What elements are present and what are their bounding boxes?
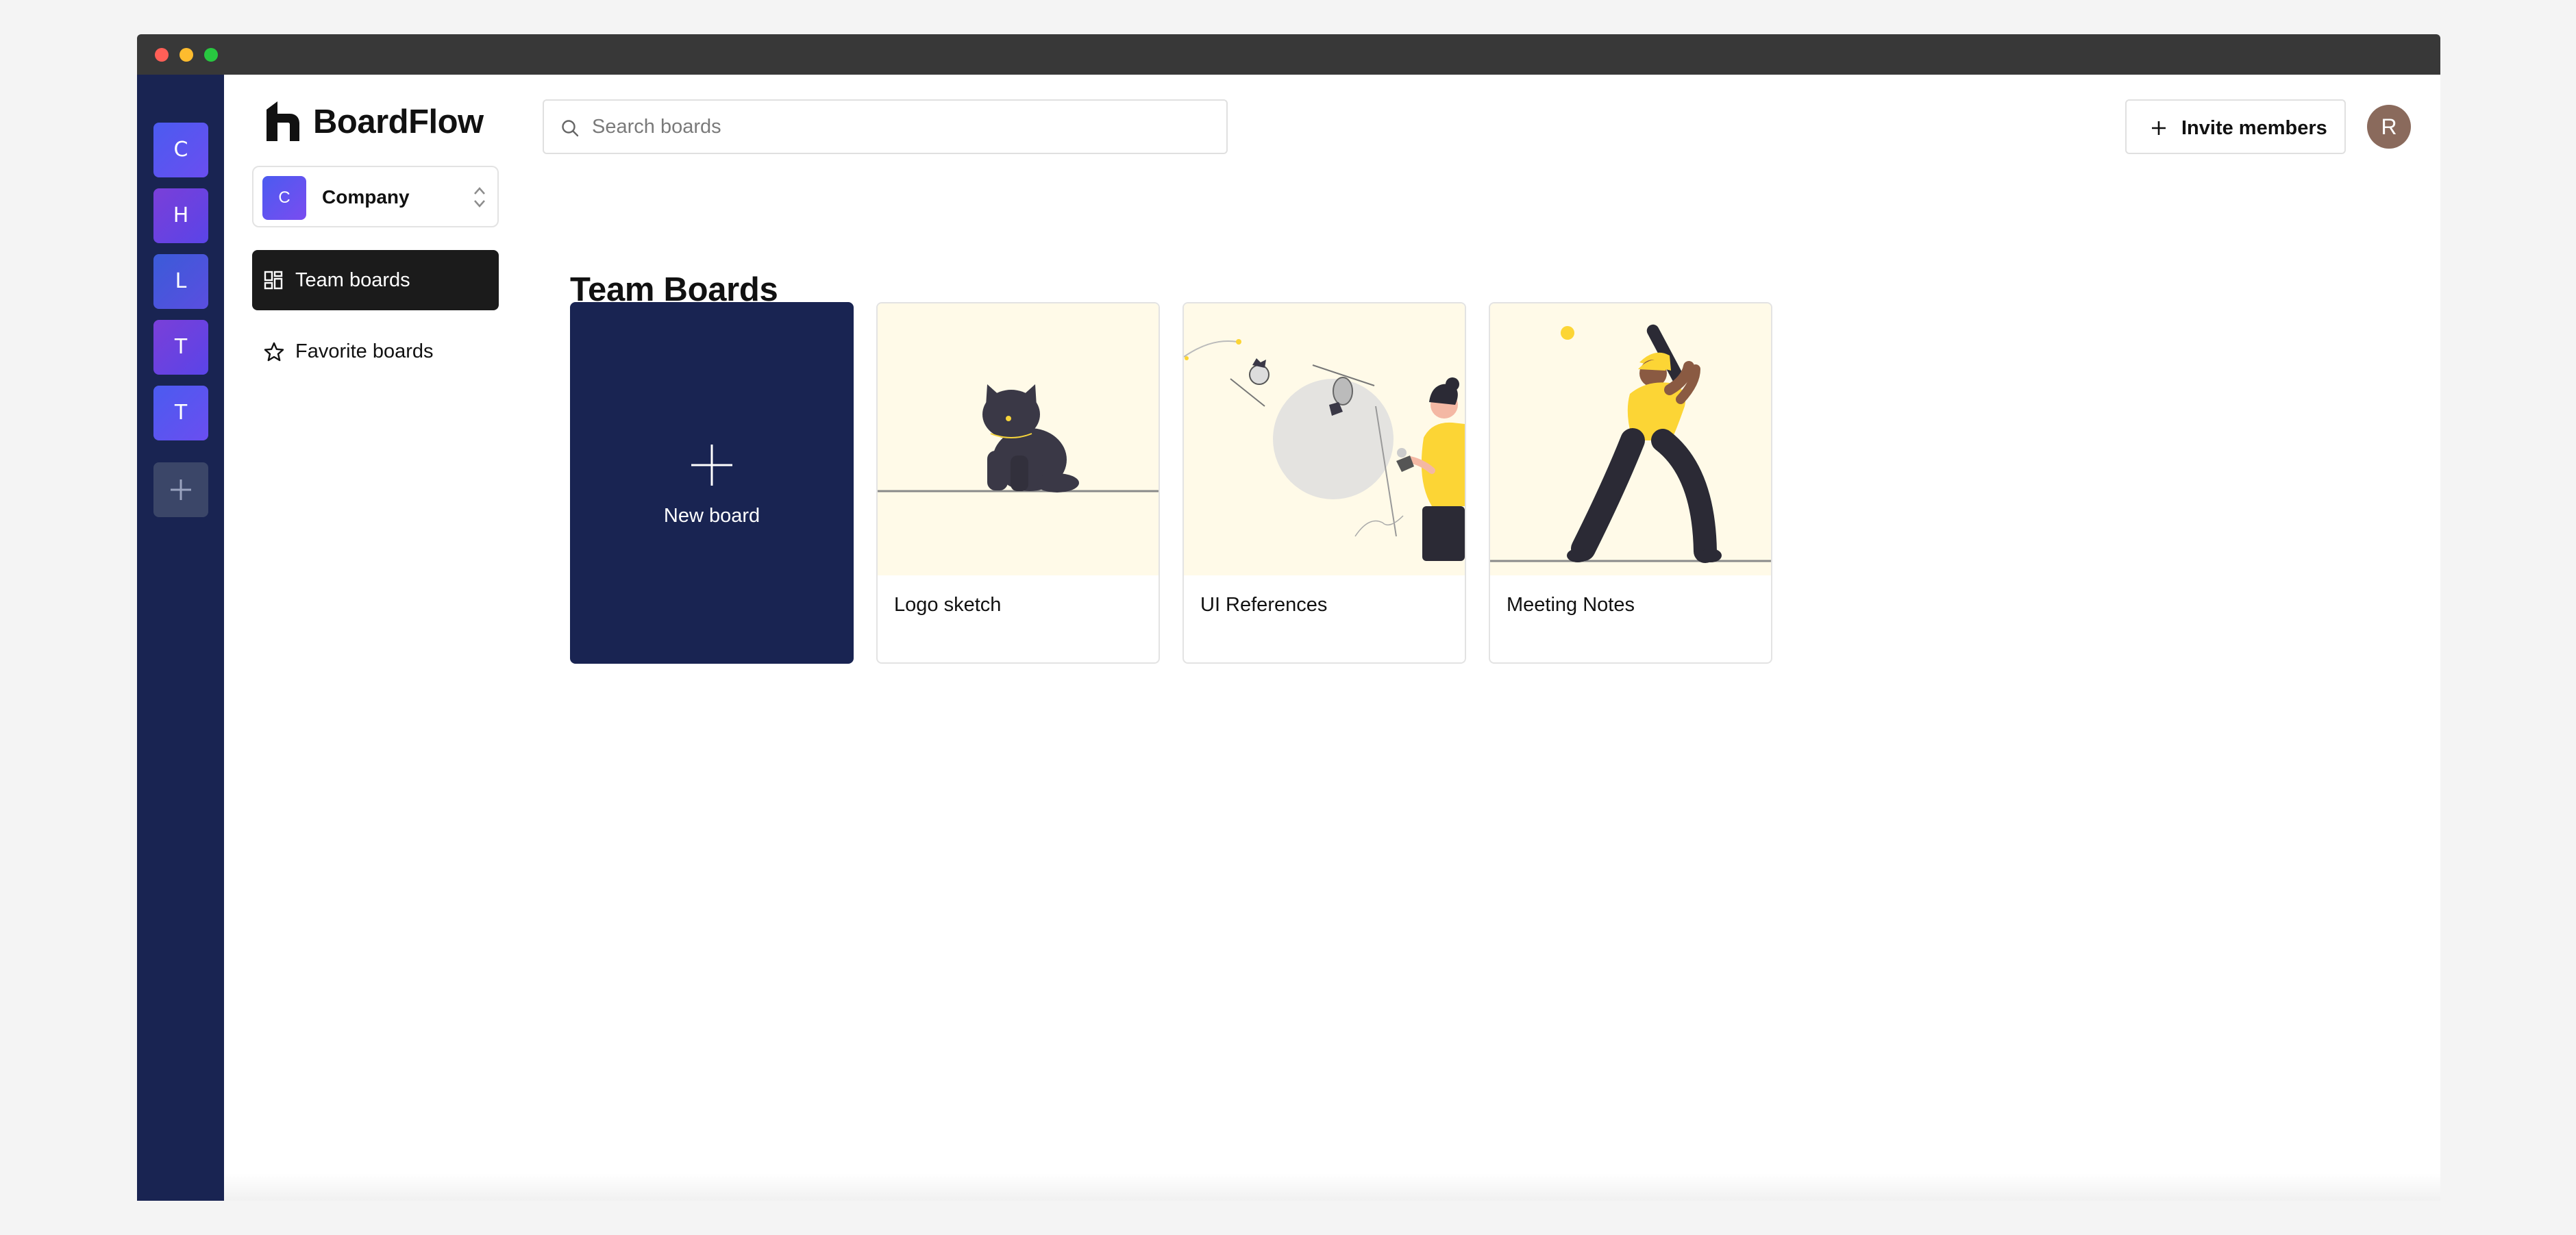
cat-illustration bbox=[878, 384, 1159, 492]
org-rail: C H L T T bbox=[137, 75, 224, 1201]
team-switcher[interactable]: C Company bbox=[252, 166, 499, 227]
sidebar-item-favorite-boards[interactable]: Favorite boards bbox=[252, 321, 499, 382]
search-icon bbox=[562, 120, 579, 137]
grid-icon bbox=[264, 271, 283, 290]
invite-members-label: Invite members bbox=[2181, 117, 2327, 139]
star-icon bbox=[264, 342, 284, 362]
plus-icon bbox=[2152, 121, 2166, 135]
sidebar-item-label: Favorite boards bbox=[295, 340, 434, 362]
board-thumbnail bbox=[1490, 303, 1771, 575]
add-org-button[interactable] bbox=[153, 462, 208, 517]
team-avatar: C bbox=[262, 176, 306, 220]
search-input[interactable] bbox=[592, 101, 1209, 153]
boardflow-logo-icon bbox=[267, 101, 299, 141]
plus-icon bbox=[171, 479, 191, 500]
bottom-fade bbox=[224, 1173, 2440, 1201]
baseball-illustration bbox=[1490, 324, 1771, 563]
board-title: Logo sketch bbox=[894, 594, 1002, 616]
woman-illustration bbox=[1184, 339, 1465, 561]
invite-members-button[interactable]: Invite members bbox=[2125, 99, 2346, 154]
org-tile[interactable]: T bbox=[153, 320, 208, 375]
org-tile[interactable]: L bbox=[153, 254, 208, 309]
org-tile[interactable]: C bbox=[153, 123, 208, 177]
app-window: C H L T T BoardFlow C Company Team board… bbox=[137, 34, 2440, 1201]
plus-icon bbox=[691, 445, 732, 486]
org-tile[interactable]: H bbox=[153, 188, 208, 243]
board-card[interactable]: Logo sketch bbox=[876, 302, 1160, 664]
org-tile[interactable]: T bbox=[153, 386, 208, 440]
team-name: Company bbox=[322, 186, 410, 208]
window-titlebar bbox=[137, 34, 2440, 75]
board-title: Meeting Notes bbox=[1507, 594, 1635, 616]
board-card[interactable]: UI References bbox=[1182, 302, 1466, 664]
chevron-up-down-icon bbox=[474, 187, 485, 208]
maximize-window-button[interactable] bbox=[204, 48, 218, 62]
sidebar-item-label: Team boards bbox=[295, 269, 410, 291]
app-name: BoardFlow bbox=[313, 103, 484, 140]
board-card[interactable]: Meeting Notes bbox=[1489, 302, 1772, 664]
board-title: UI References bbox=[1200, 594, 1328, 616]
board-thumbnail bbox=[1184, 303, 1465, 575]
new-board-button[interactable]: New board bbox=[570, 302, 854, 664]
minimize-window-button[interactable] bbox=[179, 48, 193, 62]
close-window-button[interactable] bbox=[155, 48, 169, 62]
sidebar-item-team-boards[interactable]: Team boards bbox=[252, 250, 499, 310]
board-thumbnail bbox=[878, 303, 1159, 575]
search-bar[interactable] bbox=[543, 99, 1228, 154]
user-avatar[interactable]: R bbox=[2367, 105, 2411, 149]
new-board-label: New board bbox=[663, 505, 760, 527]
